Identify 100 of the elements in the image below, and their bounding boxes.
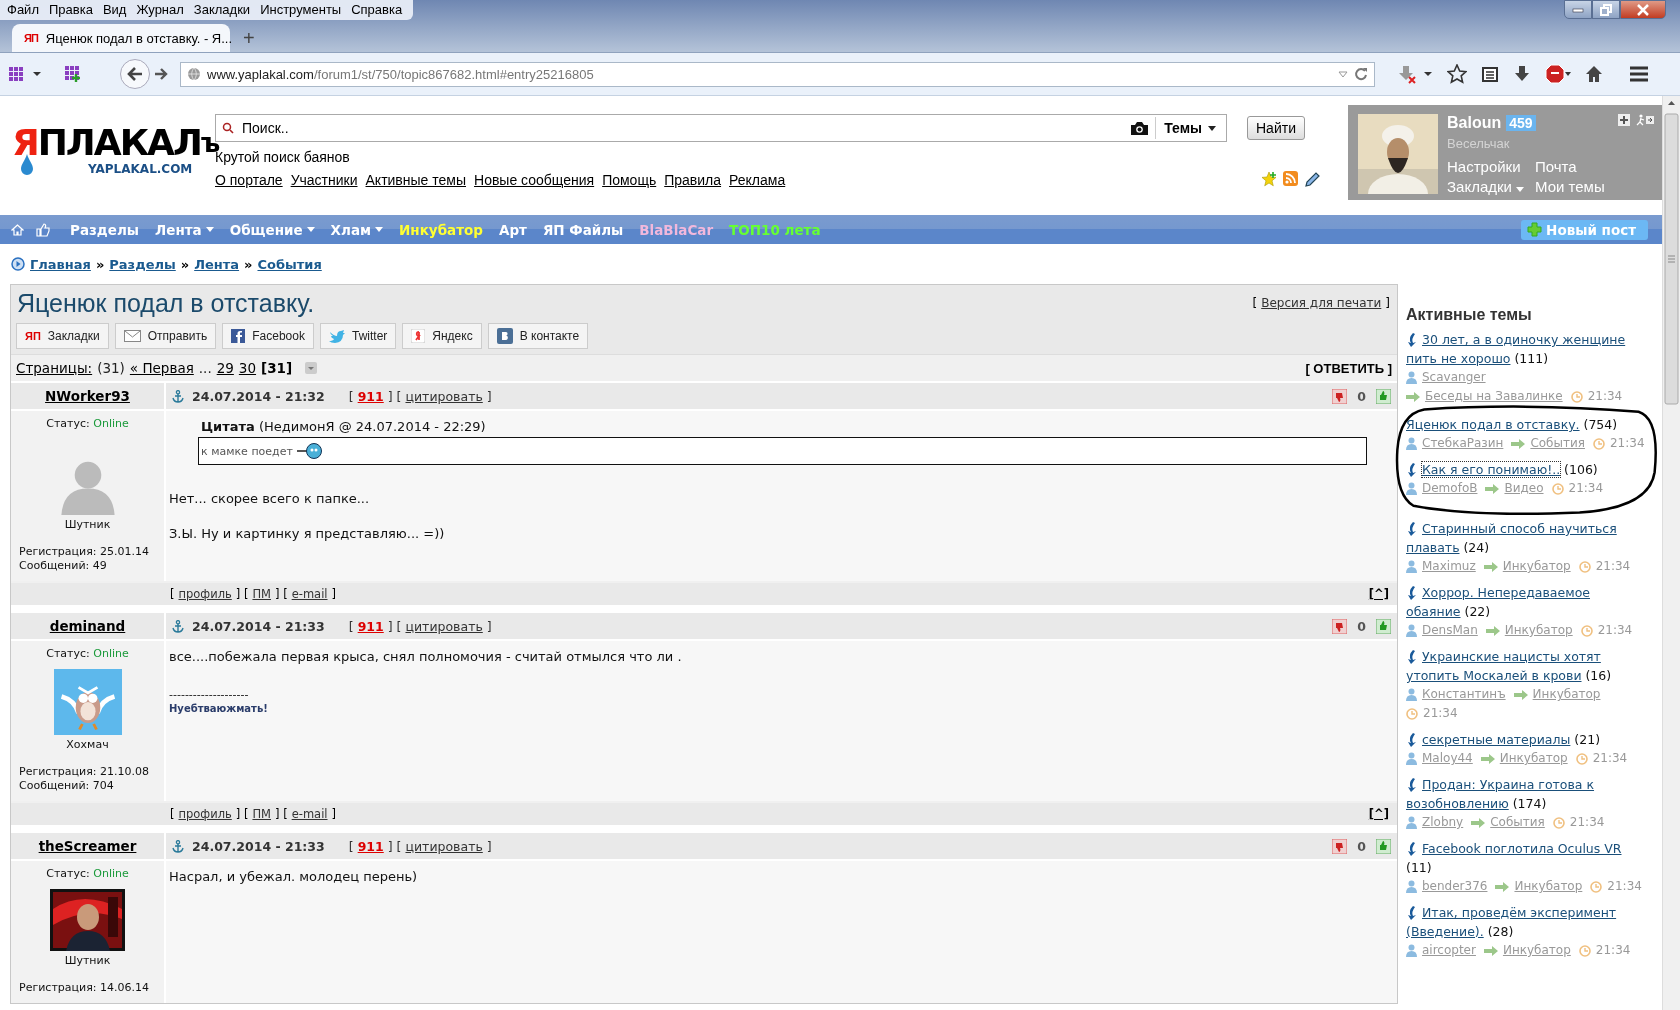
profile-link[interactable]: ПМ [252, 587, 271, 601]
topic-link[interactable]: Facebook поглотила Oculus VR (11) [1406, 839, 1646, 877]
add-icon[interactable] [1618, 114, 1630, 126]
menu-item[interactable]: Инструменты [255, 0, 347, 20]
alert-link[interactable]: 911 [357, 618, 384, 634]
scroll-top-link[interactable]: [^] [1368, 587, 1389, 601]
scroll-top-link[interactable]: [^] [1368, 807, 1389, 821]
search-field[interactable]: Поиск.. Темы [215, 114, 1227, 142]
anchor-icon[interactable] [172, 619, 184, 633]
share-button[interactable]: Отправить [114, 323, 217, 349]
header-link[interactable]: Правила [664, 172, 722, 188]
thumbs-up-button[interactable] [1376, 388, 1391, 404]
share-button[interactable]: ЯП Закладки [16, 323, 109, 349]
nav-menu-item[interactable]: Арт [490, 221, 535, 238]
reading-list-icon[interactable] [1481, 65, 1499, 83]
quote-link[interactable]: цитировать [405, 838, 483, 854]
camera-icon[interactable] [1130, 120, 1150, 136]
pencil-icon[interactable] [1304, 171, 1321, 188]
star-icon[interactable] [1261, 171, 1277, 187]
nav-menu-item[interactable]: Общение [221, 221, 323, 238]
share-button[interactable]: Яндекс [402, 323, 482, 349]
quote-link[interactable]: цитировать [405, 388, 483, 404]
quote-link[interactable]: цитировать [405, 618, 483, 634]
header-link[interactable]: Активные темы [365, 172, 466, 188]
caret-icon[interactable] [1423, 71, 1433, 77]
menu-item[interactable]: Правка [43, 0, 98, 20]
grid-add-icon[interactable] [64, 65, 82, 83]
dropdown-icon[interactable] [305, 362, 318, 374]
topic-link[interactable]: Яценюк подал в отставку. (754) [1406, 415, 1652, 434]
minimize-button[interactable] [1564, 0, 1592, 19]
share-button[interactable]: В контакте [487, 323, 589, 349]
alert-link[interactable]: 911 [357, 388, 384, 404]
thumbs-down-button[interactable] [1332, 388, 1348, 404]
back-button[interactable] [120, 59, 150, 89]
topic-link[interactable]: 30 лет, а в одиночку женщине пить не хорошо (111) [1406, 330, 1646, 368]
page-link[interactable]: 30 [238, 360, 257, 376]
topic-link[interactable]: Итак, проведём эксперимент (Введение). (28) [1406, 903, 1646, 941]
profile-link[interactable]: ПМ [252, 807, 271, 821]
nav-menu-item[interactable]: ЯП Файлы [534, 221, 632, 238]
browser-tab[interactable]: ЯП Яценюк подал в отставку. - Я... [12, 24, 230, 52]
reply-button[interactable]: [ ОТВЕТИТЬ ] [1305, 360, 1392, 376]
caret-icon[interactable] [32, 71, 42, 77]
download-icon[interactable] [1513, 65, 1531, 83]
stop-sign-icon[interactable] [1545, 64, 1571, 84]
pages-link[interactable]: Страницы: [16, 360, 93, 376]
address-bar[interactable]: www.yaplakal.com/forum1/st/750/topic867682.html#entry25216805 [180, 61, 1375, 87]
breadcrumb-link[interactable]: Главная [30, 256, 91, 272]
profile-link[interactable]: профиль [178, 587, 232, 601]
rss-icon[interactable] [1283, 171, 1298, 186]
menu-icon[interactable] [1629, 65, 1649, 83]
search-button[interactable]: Найти [1247, 116, 1305, 140]
dropdown-icon[interactable] [1338, 70, 1348, 78]
menu-item[interactable]: Вид [97, 0, 132, 20]
print-version-link[interactable]: Версия для печати [1261, 296, 1382, 310]
anchor-icon[interactable] [172, 389, 184, 403]
topic-link[interactable]: Как я его понимаю!.. (106) [1406, 460, 1652, 479]
menu-item[interactable]: Справка [346, 0, 408, 20]
home-icon[interactable] [1585, 65, 1603, 83]
logout-icon[interactable] [1636, 114, 1654, 126]
menu-item[interactable]: Журнал [131, 0, 189, 20]
home-icon[interactable] [11, 223, 24, 236]
new-tab-button[interactable]: + [237, 26, 261, 51]
thumbs-down-button[interactable] [1332, 618, 1348, 634]
first-page-link[interactable]: « Первая [129, 360, 194, 376]
header-link[interactable]: Помощь [602, 172, 657, 188]
topic-link[interactable]: Хоррор. Непередаваемое обаяние (22) [1406, 583, 1646, 621]
topic-link[interactable]: Продан: Украина готова к возобновлению (174) [1406, 775, 1646, 813]
close-button[interactable] [1620, 0, 1666, 19]
topic-link[interactable]: секретные материалы (21) [1406, 730, 1646, 749]
download-blocked-icon[interactable] [1397, 64, 1417, 84]
breadcrumb-link[interactable]: Разделы [109, 256, 176, 272]
profile-link[interactable]: профиль [178, 807, 232, 821]
reload-button[interactable] [1354, 67, 1368, 81]
header-link[interactable]: Реклама [729, 172, 786, 188]
thumbs-up-icon[interactable] [36, 222, 50, 237]
topic-link[interactable]: Старинный способ научиться плавать (24) [1406, 519, 1646, 557]
profile-link[interactable]: e-mail [291, 807, 328, 821]
play-circle-icon[interactable] [11, 257, 25, 271]
nav-menu-item[interactable]: Хлам [322, 221, 392, 238]
thumbs-down-button[interactable] [1332, 838, 1348, 854]
anchor-icon[interactable] [172, 839, 184, 853]
breadcrumb-link[interactable]: Лента [194, 256, 240, 272]
thumbs-up-button[interactable] [1376, 838, 1391, 854]
nav-menu-item[interactable]: Лента [147, 221, 222, 238]
apps-grid-icon[interactable] [8, 66, 24, 82]
header-link[interactable]: Участники [290, 172, 358, 188]
topic-link[interactable]: Украинские нацисты хотят утопить Москалей в крови (16) [1406, 647, 1646, 685]
header-link[interactable]: Новые сообщения [474, 172, 595, 188]
thumbs-up-button[interactable] [1376, 618, 1391, 634]
header-link[interactable]: О портале [215, 172, 283, 188]
profile-link[interactable]: e-mail [291, 587, 328, 601]
page-link[interactable]: [31] [261, 360, 293, 376]
alert-link[interactable]: 911 [357, 838, 384, 854]
menu-item[interactable]: Закладки [188, 0, 256, 20]
share-button[interactable]: Facebook [222, 323, 314, 349]
bookmark-star-icon[interactable] [1447, 64, 1467, 84]
nav-menu-item[interactable]: Разделы [62, 221, 147, 238]
restore-button[interactable] [1592, 0, 1620, 19]
breadcrumb-link[interactable]: События [257, 256, 322, 272]
menu-item[interactable]: Файл [2, 0, 44, 20]
